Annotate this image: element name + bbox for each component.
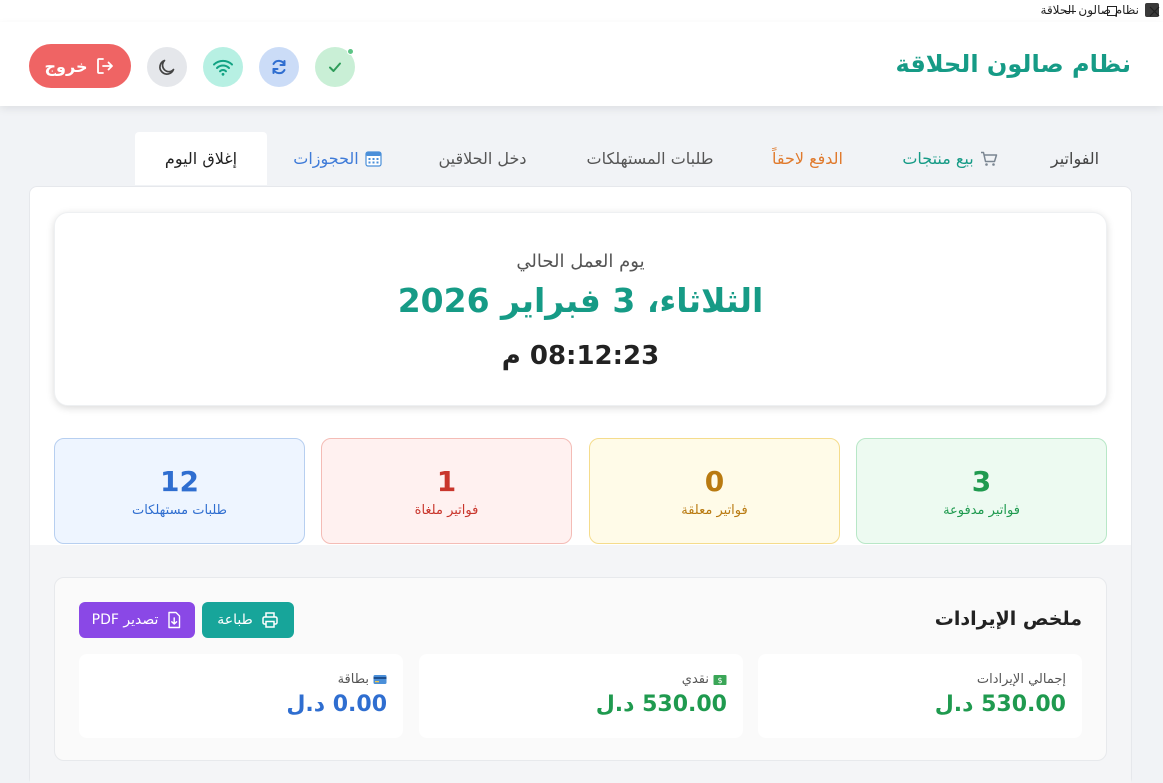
revenue-title: ملخص الإيرادات [934,608,1082,630]
revenue-total-label-text: إجمالي الإيرادات [976,672,1066,687]
status-dot [347,48,354,55]
revenue-cash-label-text: نقدي [681,672,709,687]
tab-label: الفواتير [1050,149,1100,168]
sync-icon [272,59,286,75]
stat-label: فواتير ملغاة [414,503,479,518]
tab-label: بيع منتجات [902,149,974,168]
app-name: نظام صالون الحلاقة [895,50,1131,78]
tab-invoices[interactable]: الفواتير [1030,132,1120,185]
stat-consumable-requests: 12 طلبات مستهلكات [54,438,305,544]
revenue-total-box: إجمالي الإيرادات 530.00 د.ل [758,654,1082,738]
tab-label: الحجوزات [293,149,359,168]
revenue-card-label: بطاقة [338,672,387,687]
stat-value: 1 [436,465,457,498]
sync-button[interactable] [259,47,299,87]
workday-label: يوم العمل الحالي [516,251,645,272]
tab-sell-products[interactable]: بيع منتجات [880,132,1020,185]
check-icon [329,62,341,72]
cash-icon: $ [713,674,727,685]
credit-card-icon [373,675,387,684]
minimize-icon [1064,10,1076,12]
stat-value: 12 [160,465,199,498]
stat-paid-invoices: 3 فواتير مدفوعة [856,438,1107,544]
svg-text:$: $ [717,676,722,685]
wifi-icon [213,59,233,76]
status-check-button[interactable] [315,47,355,87]
logout-icon [97,58,114,74]
revenue-card-box: بطاقة 0.00 د.ل [79,654,403,738]
tab-barbers-income[interactable]: دخل الحلاقين [420,132,545,185]
stat-label: فواتير معلقة [681,503,748,518]
tab-label: الدفع لاحقاً [772,149,843,168]
revenue-cash-value: 530.00 د.ل [595,692,727,717]
revenue-total-value: 530.00 د.ل [934,692,1066,717]
file-download-icon [168,611,181,629]
workday-date: الثلاثاء، 3 فبراير 2026 [397,281,764,320]
tab-bookings[interactable]: الحجوزات [280,132,395,185]
close-button[interactable] [1132,0,1163,22]
revenue-card-value: 0.00 د.ل [286,692,387,717]
app-header: نظام صالون الحلاقة خروج [0,22,1163,106]
revenue-summary-card: ملخص الإيرادات طباعة تصدير PDF إجمالي ال… [54,577,1107,761]
main-tabs: الفواتير بيع منتجات الدفع لاحقاً طلبات ا… [0,132,1163,186]
workday-card: يوم العمل الحالي الثلاثاء، 3 فبراير 2026… [54,212,1107,406]
tab-pay-later[interactable]: الدفع لاحقاً [750,132,865,185]
logout-label: خروج [44,56,88,76]
stat-label: فواتير مدفوعة [943,503,1020,518]
tab-consumable-requests[interactable]: طلبات المستهلكات [570,132,730,185]
calendar-icon [365,151,382,167]
revenue-card-label-text: بطاقة [337,672,369,687]
stat-cancelled-invoices: 1 فواتير ملغاة [321,438,572,544]
tab-label: إغلاق اليوم [164,149,238,168]
maximize-button[interactable] [1090,0,1134,22]
tab-label: دخل الحلاقين [438,149,527,168]
moon-icon [159,59,175,75]
minimize-button[interactable] [1048,0,1092,22]
wifi-button[interactable] [203,47,243,87]
dark-mode-button[interactable] [147,47,187,87]
close-icon [1149,6,1159,16]
workday-time: 08:12:23 م [501,341,660,371]
stat-value: 0 [704,465,725,498]
tab-label: طلبات المستهلكات [586,149,714,168]
cart-icon [980,151,997,166]
maximize-icon [1107,6,1117,16]
window-titlebar: نظام صالون الحلاقة [0,0,1163,22]
revenue-total-label: إجمالي الإيرادات [977,672,1066,687]
logout-button[interactable]: خروج [29,44,131,88]
export-pdf-label: تصدير PDF [91,612,159,628]
tab-close-day[interactable]: إغلاق اليوم [135,132,267,185]
print-label: طباعة [217,612,253,628]
revenue-cash-box: $ نقدي 530.00 د.ل [419,654,743,738]
stat-label: طلبات مستهلكات [131,503,228,518]
print-button[interactable]: طباعة [202,602,294,638]
printer-icon [262,612,278,628]
stat-pending-invoices: 0 فواتير معلقة [589,438,840,544]
revenue-cash-label: $ نقدي [682,672,727,687]
export-pdf-button[interactable]: تصدير PDF [79,602,195,638]
stat-value: 3 [971,465,992,498]
